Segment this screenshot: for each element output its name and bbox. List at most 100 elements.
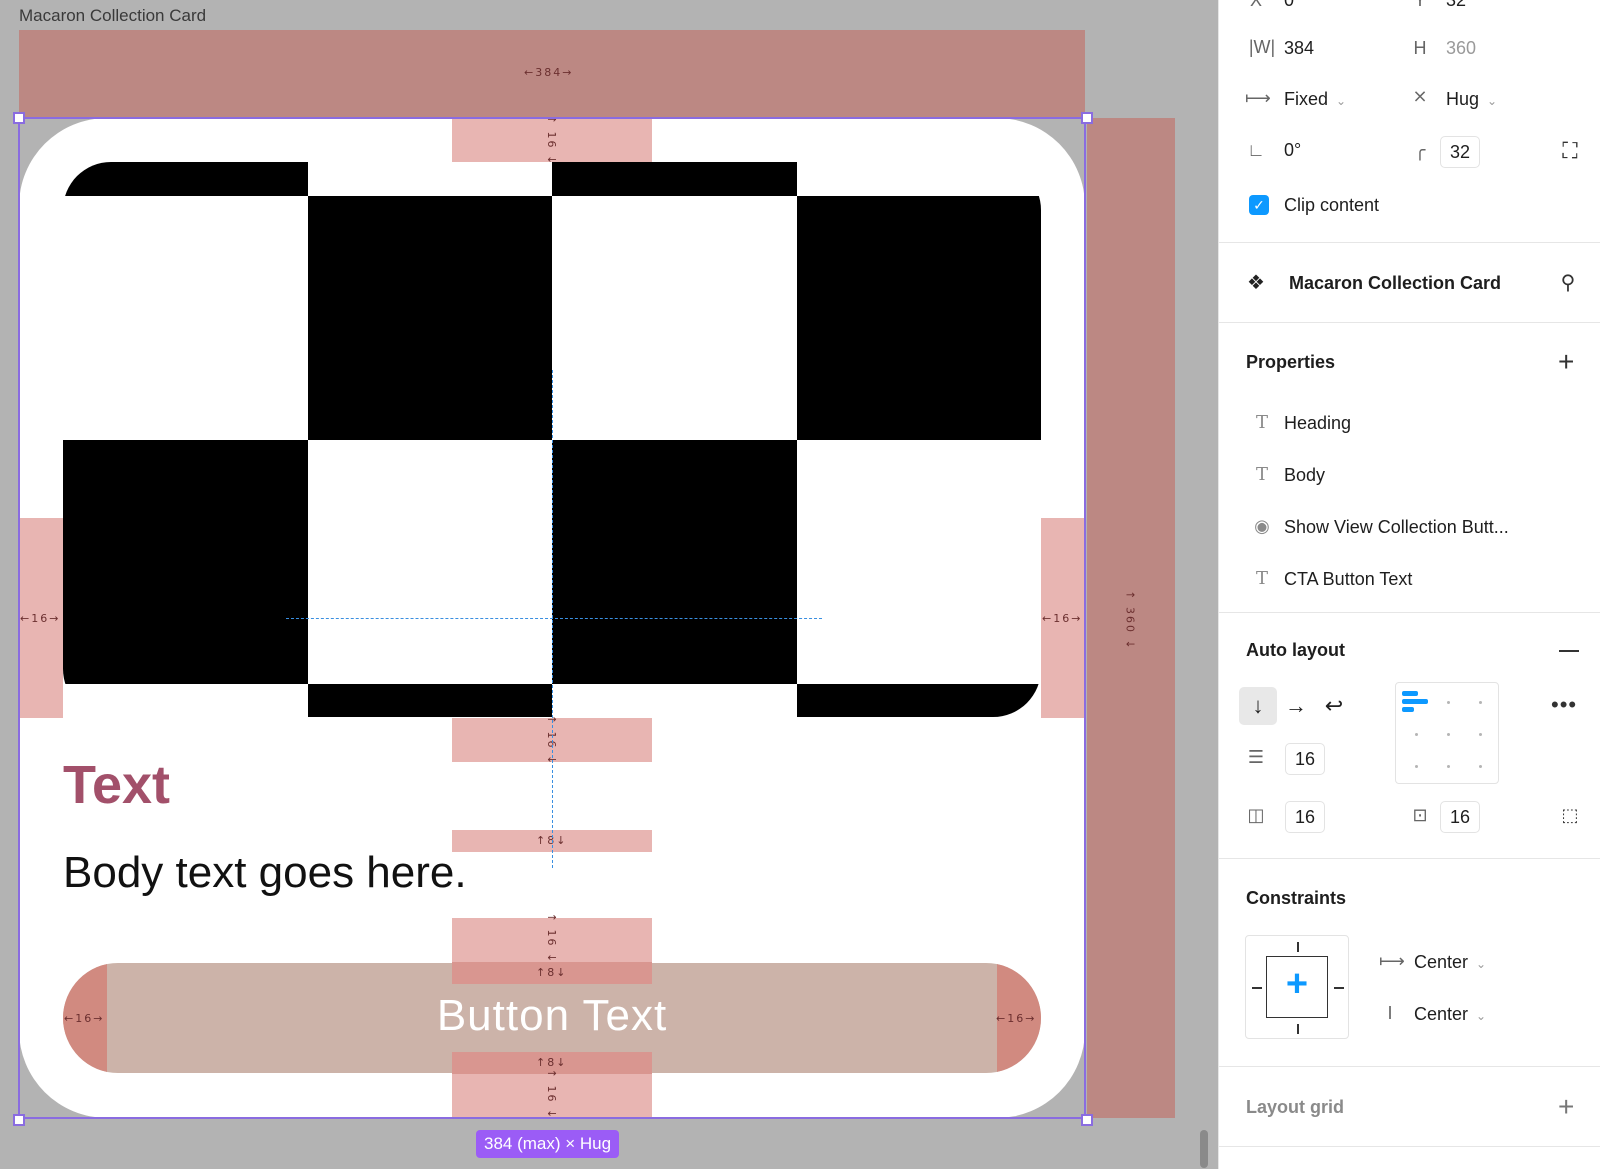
align-top-left-indicator [1402,699,1428,704]
more-options-button[interactable]: ••• [1551,694,1577,716]
resize-handle-bottom-right[interactable] [1081,1114,1093,1126]
clip-content-checkbox[interactable]: ✓ [1249,195,1269,215]
chevron-down-icon: ⌄ [1336,94,1347,108]
property-label: CTA Button Text [1284,569,1413,589]
constraint-top-tick[interactable] [1297,942,1299,952]
canvas-scrollbar[interactable] [1200,1130,1208,1168]
component-settings-icon[interactable]: ⚲ [1557,270,1579,295]
resize-handle-bottom-left[interactable] [13,1114,25,1126]
constraint-right-tick[interactable] [1334,987,1344,989]
vertical-resize-select[interactable]: Hug ⌄ [1446,89,1497,110]
height-input[interactable]: 360 [1446,38,1476,59]
width-input[interactable]: 384 [1284,38,1314,59]
add-layout-grid-button[interactable]: + [1558,1093,1574,1121]
direction-vertical-button[interactable]: ↓ [1239,687,1277,725]
horizontal-constraint-select[interactable]: Center ⌄ [1414,952,1486,973]
component-icon: ❖ [1247,272,1265,294]
direction-horizontal-button[interactable]: → [1277,687,1315,725]
corner-radius-icon: ╭ [1414,140,1426,160]
x-value[interactable]: 0 [1284,0,1294,11]
design-canvas[interactable]: Macaron Collection Card ←384→ ↑ 360 ↓ Te… [0,0,1218,1169]
align-top-left-indicator [1402,707,1414,712]
measure-padding-left: ←16→ [20,612,61,625]
cta-button-label: Button Text [436,991,668,1040]
divider [1219,322,1600,323]
layout-grid-title: Layout grid [1246,1097,1344,1117]
checker-square [308,684,552,717]
rotation-input[interactable]: 0° [1284,140,1301,161]
vertical-constraint-select[interactable]: Center ⌄ [1414,1004,1486,1025]
divider [1219,612,1600,613]
property-cta-button-text[interactable]: T CTA Button Text [1219,556,1600,604]
horizontal-padding-icon: ◫ [1247,805,1265,825]
align-dot[interactable] [1479,765,1482,768]
frame-name-label[interactable]: Macaron Collection Card [19,6,206,26]
direction-wrap-button[interactable]: ↩ [1315,687,1353,725]
divider [1219,242,1600,243]
component-name[interactable]: Macaron Collection Card [1289,273,1501,294]
align-dot[interactable] [1479,733,1482,736]
divider [1219,1146,1600,1147]
text-icon: T [1255,412,1268,433]
card-heading[interactable]: Text [63,754,170,816]
remove-auto-layout-button[interactable] [1559,650,1579,652]
clip-content-label: Clip content [1284,195,1380,215]
property-show-view-collection[interactable]: ◉ Show View Collection Butt... [1219,504,1600,552]
measure-button-left: ←16→ [64,1012,105,1025]
x-label: X [1249,0,1262,10]
y-value[interactable]: 32 [1446,0,1466,11]
measure-button-right: ←16→ [996,1012,1037,1025]
vertical-constraint-value: Center [1414,1004,1469,1024]
resize-handle-top-left[interactable] [13,112,25,124]
constraint-bottom-tick[interactable] [1297,1024,1299,1034]
constraint-center-box[interactable]: + [1266,956,1328,1018]
align-dot[interactable] [1415,765,1418,768]
corner-radius-input[interactable]: 32 [1440,136,1481,168]
measure-padding-bottom: ↑ 16 ↓ [545,1068,559,1121]
align-dot[interactable] [1447,733,1450,736]
constraint-center-plus-icon: + [1285,963,1309,1005]
center-guide-vertical [552,370,553,868]
y-label: Y [1413,0,1426,10]
chevron-down-icon: ⌄ [1476,1009,1487,1023]
measure-width-label: ←384→ [524,66,574,79]
resize-handle-top-right[interactable] [1081,112,1093,124]
constraint-left-tick[interactable] [1252,987,1262,989]
alignment-grid[interactable] [1395,682,1499,784]
rotation-icon: ∟ [1247,140,1265,160]
property-body[interactable]: T Body [1219,452,1600,500]
vertical-constraint-icon: I [1387,1003,1393,1023]
property-heading[interactable]: T Heading [1219,400,1600,448]
checker-square [63,162,308,196]
checker-square [63,440,308,684]
checker-square [552,162,797,196]
gap-icon: ☰ [1247,747,1265,767]
align-dot[interactable] [1479,701,1482,704]
measure-gap-body: ↑ 16 ↓ [545,912,559,965]
chevron-down-icon: ⌄ [1476,957,1487,971]
card-body-text[interactable]: Body text goes here. [63,848,467,898]
add-property-button[interactable]: + [1558,348,1574,376]
text-icon: T [1255,464,1268,485]
align-dot[interactable] [1447,701,1450,704]
vertical-padding-input[interactable]: 16 [1440,801,1481,833]
horizontal-resize-select[interactable]: Fixed ⌄ [1284,89,1346,110]
vertical-padding-icon: ⊡ [1412,805,1428,825]
text-icon: T [1255,568,1268,589]
align-dot[interactable] [1415,733,1418,736]
property-label: Show View Collection Butt... [1284,517,1509,537]
divider [1219,858,1600,859]
checker-square [797,196,1041,440]
measure-padding-right: ←16→ [1042,612,1083,625]
individual-padding-icon[interactable]: ⬚ [1559,805,1581,826]
measure-button-bottom: ↑8↓ [536,1056,568,1069]
horizontal-constraint-icon: ⟼ [1379,951,1405,971]
align-dot[interactable] [1447,765,1450,768]
vertical-resize-value: Hug [1446,89,1480,109]
gap-input[interactable]: 16 [1285,743,1326,775]
constraint-widget[interactable]: + [1245,935,1349,1039]
independent-corners-icon[interactable]: ⛶ [1559,138,1581,164]
checker-square [552,440,797,684]
height-label: H [1413,38,1427,58]
horizontal-padding-input[interactable]: 16 [1285,801,1326,833]
